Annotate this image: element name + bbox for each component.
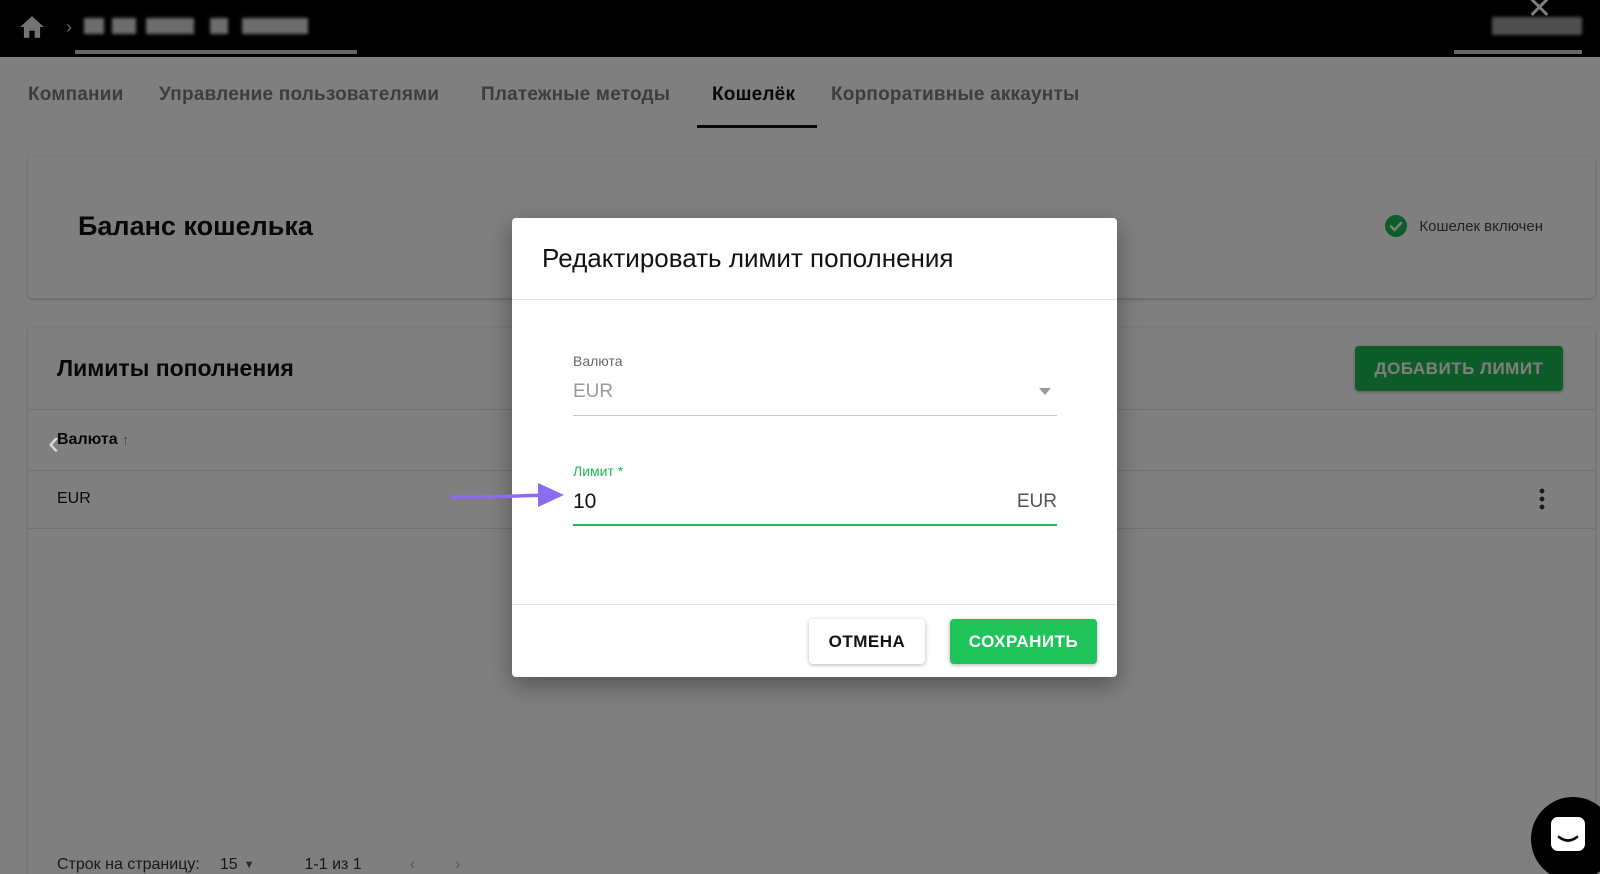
chevron-left-icon[interactable]: ‹ (48, 426, 59, 460)
dialog-title: Редактировать лимит пополнения (542, 243, 954, 273)
currency-label: Валюта (573, 353, 623, 369)
currency-value: EUR (573, 381, 614, 402)
pointer-arrow-icon (450, 483, 564, 507)
cancel-button[interactable]: ОТМЕНА (809, 619, 925, 664)
currency-underline (573, 415, 1057, 416)
dialog-divider (512, 604, 1117, 605)
limit-currency-suffix: EUR (1016, 491, 1057, 512)
limit-label: Лимит * (573, 463, 624, 479)
caret-down-icon[interactable] (1039, 388, 1051, 396)
limit-value[interactable]: 10 (573, 490, 596, 514)
limit-underline (573, 524, 1057, 526)
chat-icon (1551, 817, 1585, 851)
limit-input[interactable]: Лимит * 10 EUR (573, 463, 1057, 526)
currency-select[interactable]: Валюта EUR (573, 353, 1057, 416)
save-button[interactable]: СОХРАНИТЬ (950, 619, 1097, 664)
edit-limit-dialog: Редактировать лимит пополнения Валюта EU… (512, 218, 1117, 677)
dialog-divider (512, 299, 1117, 300)
